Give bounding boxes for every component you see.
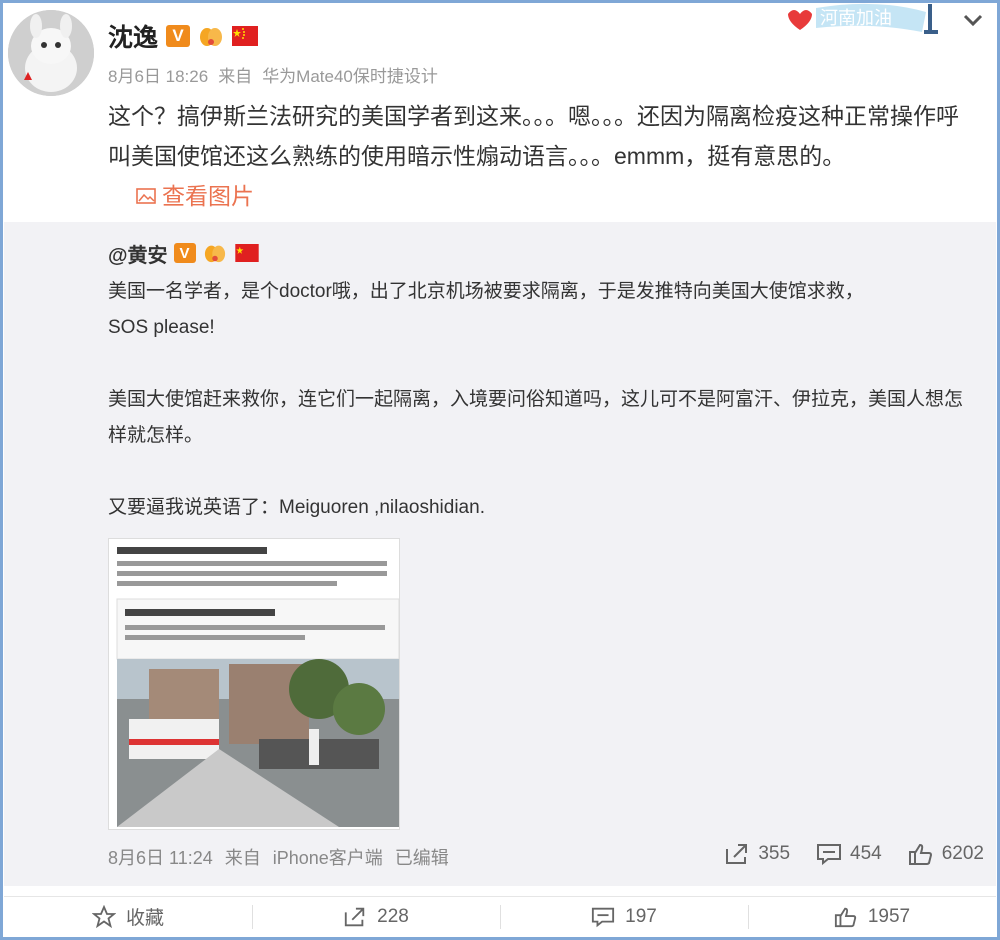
repost-edited-label[interactable]: 已编辑 (395, 848, 449, 868)
post-text: 这个？搞伊斯兰法研究的美国学者到这来。。。嗯。。。还因为隔离检疫这种正常操作呼叫… (108, 103, 959, 169)
comment-icon (592, 907, 615, 927)
repost-comment-button[interactable]: 454 (816, 842, 882, 866)
china-flag-icon (234, 243, 260, 263)
post-action-bar: 收藏 228 197 1957 (4, 896, 996, 936)
repost-share-count: 355 (758, 843, 791, 864)
thumbs-up-icon (834, 907, 857, 927)
author-avatar[interactable] (8, 10, 94, 96)
post-date[interactable]: 8月6日 18:26 (108, 67, 208, 86)
repost-comment-count: 454 (850, 843, 882, 864)
star-icon (91, 904, 116, 928)
repost-author-row: @黄安 V (108, 238, 260, 268)
comment-icon (817, 844, 842, 866)
clapping-hands-icon (202, 241, 228, 265)
comment-button[interactable]: 197 (500, 897, 748, 936)
repost-author-name[interactable]: @黄安 (108, 239, 168, 268)
repost-date[interactable]: 8月6日 11:24 (108, 848, 213, 868)
banner-text: 河南加油 (820, 8, 892, 29)
repost-paragraph: 美国大使馆赶来救你，连它们一起隔离，入境要问俗知道吗，这儿可不是阿富汗、伊拉克，… (108, 389, 964, 446)
verified-v-icon[interactable]: V (173, 243, 196, 263)
repost-paragraph: 美国一名学者，是个doctor哦，出了北京机场被要求隔离，于是发推特向美国大使馆… (108, 281, 864, 302)
image-icon (136, 188, 156, 204)
post-source-prefix: 来自 (218, 67, 253, 86)
henan-support-banner: 河南加油 (780, 0, 950, 40)
repost-like-count: 6202 (941, 843, 984, 864)
share-icon (344, 907, 365, 926)
repost-source[interactable]: iPhone客户端 (273, 848, 383, 868)
view-image-label: 查看图片 (162, 183, 254, 209)
author-name[interactable]: 沈逸 (108, 18, 158, 54)
share-icon (726, 844, 748, 864)
share-button[interactable]: 228 (252, 897, 500, 936)
like-count: 1957 (867, 905, 911, 927)
repost-source-prefix: 来自 (224, 848, 261, 868)
repost-body: 美国一名学者，是个doctor哦，出了北京机场被要求隔离，于是发推特向美国大使馆… (108, 274, 968, 526)
post-meta: 8月6日 18:26 来自 华为Mate40保时捷设计 (108, 62, 448, 87)
repost-image-thumbnail[interactable] (108, 538, 400, 830)
favorite-label: 收藏 (125, 908, 164, 929)
chevron-down-icon[interactable] (958, 6, 988, 34)
post-author-row: 沈逸 V (108, 18, 259, 54)
repost-like-button[interactable]: 6202 (908, 842, 984, 866)
reposted-content: @黄安 V 美国一名学者，是个doctor哦，出了北京机场被要求隔离，于是发推特… (4, 222, 996, 886)
repost-meta: 8月6日 11:24 来自 iPhone客户端 已编辑 (108, 844, 461, 870)
like-button[interactable]: 1957 (748, 897, 996, 936)
clapping-hands-icon (198, 24, 224, 48)
comment-count: 197 (625, 905, 657, 927)
post-body: 这个？搞伊斯兰法研究的美国学者到这来。。。嗯。。。还因为隔离检疫这种正常操作呼叫… (108, 96, 980, 216)
repost-stats: 355 454 6202 (724, 842, 984, 866)
favorite-button[interactable]: 收藏 (4, 897, 252, 936)
view-image-link[interactable]: 查看图片 (136, 176, 254, 216)
thumbs-up-icon (908, 843, 932, 865)
repost-paragraph: 又要逼我说英语了：Meiguoren ,nilaoshidian. (108, 497, 485, 518)
repost-paragraph: SOS please! (108, 317, 215, 338)
post-source[interactable]: 华为Mate40保时捷设计 (262, 67, 438, 86)
china-flag-icon (232, 26, 259, 46)
share-count: 228 (377, 905, 409, 927)
verified-v-icon[interactable]: V (166, 25, 191, 47)
repost-share-button[interactable]: 355 (724, 842, 790, 866)
